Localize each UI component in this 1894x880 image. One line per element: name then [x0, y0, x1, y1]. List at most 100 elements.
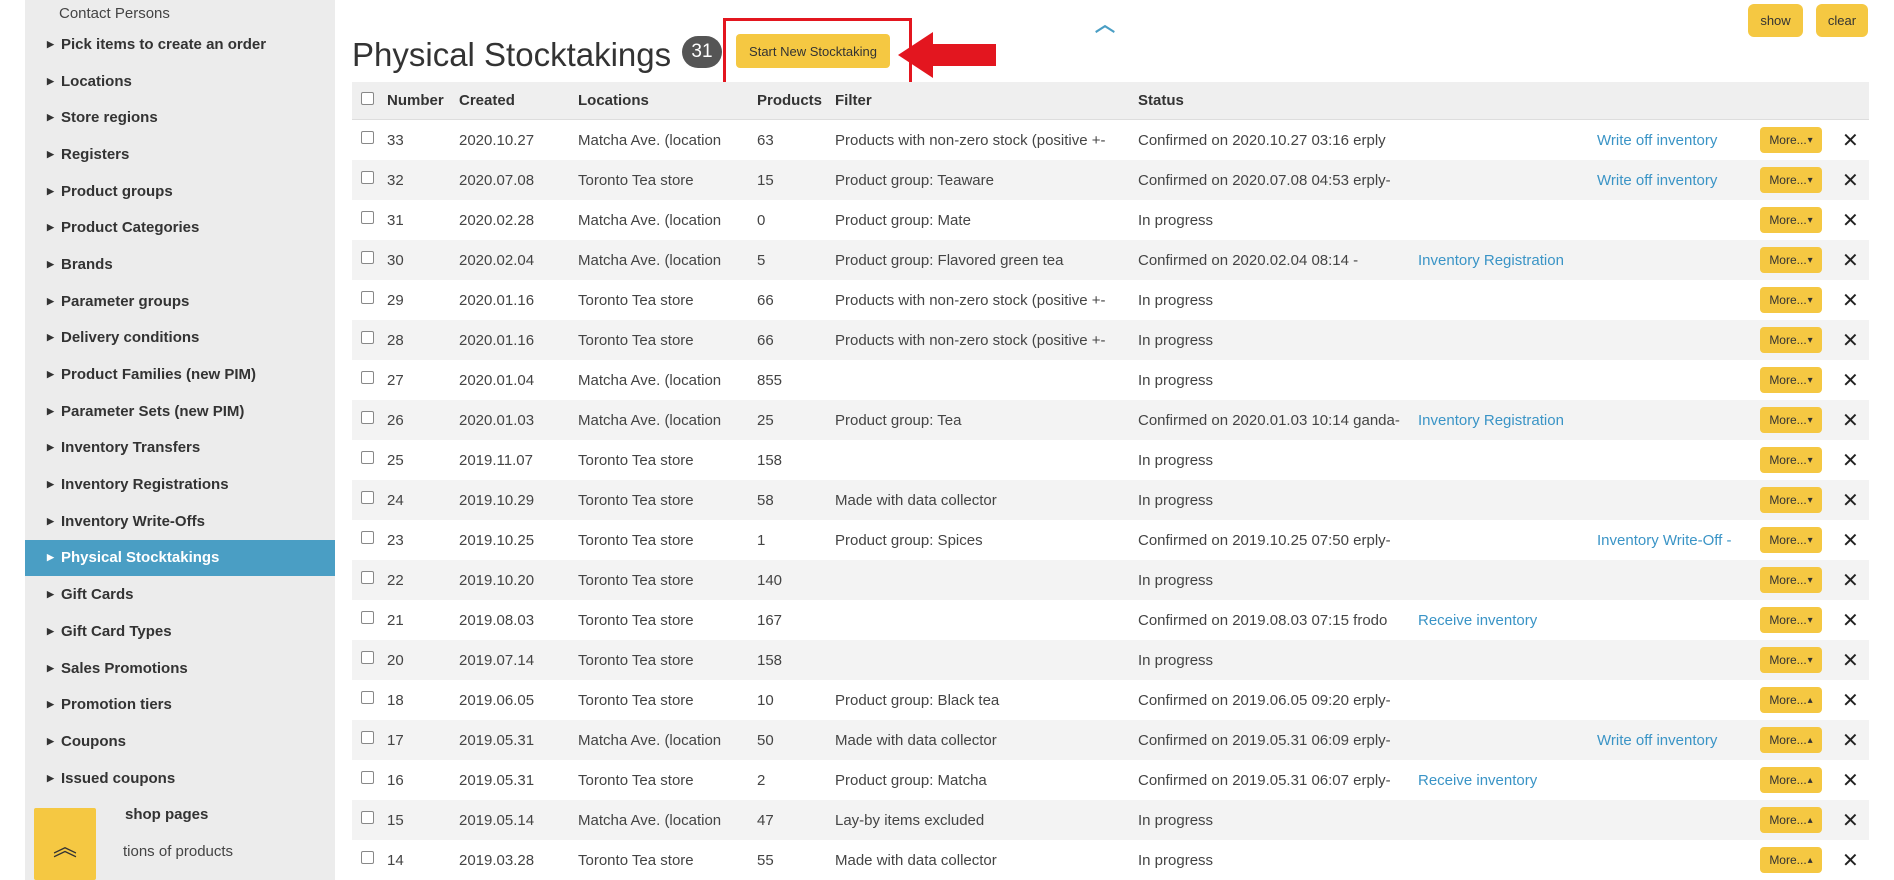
delete-icon[interactable]: ✕	[1842, 448, 1859, 473]
sidebar-item[interactable]: ▶ Gift Card Types	[25, 613, 335, 650]
row-checkbox[interactable]	[361, 291, 374, 304]
delete-icon[interactable]: ✕	[1842, 808, 1859, 833]
row-checkbox[interactable]	[361, 451, 374, 464]
row-related-document-link[interactable]: Inventory Registration	[1418, 252, 1564, 269]
row-checkbox[interactable]	[361, 131, 374, 144]
sidebar-item[interactable]: ▶ Parameter Sets (new PIM)	[25, 393, 335, 430]
sidebar-item[interactable]: ▶ Locations	[25, 63, 335, 100]
delete-icon[interactable]: ✕	[1842, 568, 1859, 593]
row-checkbox[interactable]	[361, 571, 374, 584]
delete-icon[interactable]: ✕	[1842, 288, 1859, 313]
row-checkbox[interactable]	[361, 531, 374, 544]
row-checkbox[interactable]	[361, 611, 374, 624]
delete-icon[interactable]: ✕	[1842, 248, 1859, 273]
select-all-checkbox[interactable]	[361, 91, 374, 105]
row-checkbox[interactable]	[361, 811, 374, 824]
sidebar-item[interactable]: ▶ Parameter groups	[25, 283, 335, 320]
caret-icon: ▴	[1807, 854, 1813, 866]
more-button[interactable]: More... ▾	[1760, 127, 1822, 153]
sidebar-item[interactable]: ▶ Brands	[25, 246, 335, 283]
more-button[interactable]: More... ▾	[1760, 407, 1822, 433]
row-related-document-link[interactable]: Receive inventory	[1418, 772, 1537, 789]
back-to-top-button[interactable]: ︽	[34, 808, 96, 880]
column-header-filter[interactable]: Filter	[835, 92, 1135, 109]
more-button[interactable]: More... ▾	[1760, 247, 1822, 273]
sidebar-item[interactable]: ▶ Store regions	[25, 99, 335, 136]
delete-icon[interactable]: ✕	[1842, 528, 1859, 553]
delete-icon[interactable]: ✕	[1842, 648, 1859, 673]
sidebar-item[interactable]: ▶ Product groups	[25, 173, 335, 210]
row-checkbox[interactable]	[361, 731, 374, 744]
delete-icon[interactable]: ✕	[1842, 408, 1859, 433]
chevron-up-icon[interactable]: ︿	[1095, 8, 1115, 37]
more-button[interactable]: More... ▴	[1760, 847, 1822, 873]
more-button[interactable]: More... ▾	[1760, 487, 1822, 513]
sidebar-item[interactable]: ▶ Inventory Registrations	[25, 466, 335, 503]
sidebar-item[interactable]: ▶ Product Families (new PIM)	[25, 356, 335, 393]
clear-button[interactable]: clear	[1816, 4, 1868, 37]
sidebar-item[interactable]: ▶ Registers	[25, 136, 335, 173]
column-header-number[interactable]: Number	[387, 92, 444, 109]
delete-icon[interactable]: ✕	[1842, 128, 1859, 153]
row-related-document-link[interactable]: Inventory Registration	[1418, 412, 1564, 429]
more-button[interactable]: More... ▾	[1760, 647, 1822, 673]
row-write-off-link[interactable]: Write off inventory	[1597, 132, 1742, 149]
sidebar-item[interactable]: ▶ Issued coupons	[25, 760, 335, 797]
more-button[interactable]: More... ▾	[1760, 567, 1822, 593]
more-button[interactable]: More... ▴	[1760, 807, 1822, 833]
row-write-off-link[interactable]: Write off inventory	[1597, 732, 1742, 749]
row-related-document-link[interactable]: Receive inventory	[1418, 612, 1537, 629]
delete-icon[interactable]: ✕	[1842, 488, 1859, 513]
delete-icon[interactable]: ✕	[1842, 848, 1859, 873]
sidebar-item[interactable]: ▶ Delivery conditions	[25, 320, 335, 357]
sidebar-item[interactable]: ▶ Sales Promotions	[25, 650, 335, 687]
sidebar-item[interactable]: ▶ Gift Cards	[25, 576, 335, 613]
row-checkbox[interactable]	[361, 491, 374, 504]
more-button[interactable]: More... ▴	[1760, 767, 1822, 793]
more-button[interactable]: More... ▾	[1760, 327, 1822, 353]
row-write-off-link[interactable]: Inventory Write-Off -	[1597, 532, 1742, 549]
delete-icon[interactable]: ✕	[1842, 688, 1859, 713]
sidebar-item[interactable]: Contact Persons	[25, 0, 335, 26]
sidebar-item[interactable]: ▶ Inventory Transfers	[25, 430, 335, 467]
sidebar-item[interactable]: ▶ Inventory Write-Offs	[25, 503, 335, 540]
more-button[interactable]: More... ▾	[1760, 167, 1822, 193]
row-checkbox[interactable]	[361, 691, 374, 704]
row-checkbox[interactable]	[361, 771, 374, 784]
more-button[interactable]: More... ▾	[1760, 207, 1822, 233]
sidebar-item[interactable]: ▶ Physical Stocktakings	[25, 539, 335, 577]
delete-icon[interactable]: ✕	[1842, 208, 1859, 233]
column-header-status[interactable]: Status	[1138, 92, 1408, 109]
row-write-off-link[interactable]: Write off inventory	[1597, 172, 1742, 189]
row-checkbox[interactable]	[361, 411, 374, 424]
more-button[interactable]: More... ▾	[1760, 607, 1822, 633]
more-button[interactable]: More... ▾	[1760, 287, 1822, 313]
column-header-products[interactable]: Products	[757, 92, 822, 109]
row-checkbox[interactable]	[361, 851, 374, 864]
delete-icon[interactable]: ✕	[1842, 608, 1859, 633]
sidebar-item[interactable]: ▶ Product Categories	[25, 209, 335, 246]
row-checkbox[interactable]	[361, 251, 374, 264]
show-button[interactable]: show	[1748, 4, 1803, 37]
more-button[interactable]: More... ▴	[1760, 727, 1822, 753]
row-checkbox[interactable]	[361, 171, 374, 184]
more-button[interactable]: More... ▾	[1760, 527, 1822, 553]
start-new-stocktaking-button[interactable]: Start New Stocktaking	[736, 34, 890, 68]
delete-icon[interactable]: ✕	[1842, 168, 1859, 193]
delete-icon[interactable]: ✕	[1842, 368, 1859, 393]
sidebar-item[interactable]: ▶ Promotion tiers	[25, 686, 335, 723]
sidebar-item[interactable]: ▶ Coupons	[25, 723, 335, 760]
delete-icon[interactable]: ✕	[1842, 768, 1859, 793]
more-button[interactable]: More... ▾	[1760, 367, 1822, 393]
row-checkbox[interactable]	[361, 651, 374, 664]
column-header-locations[interactable]: Locations	[578, 92, 748, 109]
delete-icon[interactable]: ✕	[1842, 728, 1859, 753]
sidebar-item[interactable]: ▶ Pick items to create an order	[25, 26, 335, 63]
column-header-created[interactable]: Created	[459, 92, 515, 109]
more-button[interactable]: More... ▴	[1760, 687, 1822, 713]
more-button[interactable]: More... ▾	[1760, 447, 1822, 473]
row-checkbox[interactable]	[361, 371, 374, 384]
row-checkbox[interactable]	[361, 211, 374, 224]
row-checkbox[interactable]	[361, 331, 374, 344]
delete-icon[interactable]: ✕	[1842, 328, 1859, 353]
